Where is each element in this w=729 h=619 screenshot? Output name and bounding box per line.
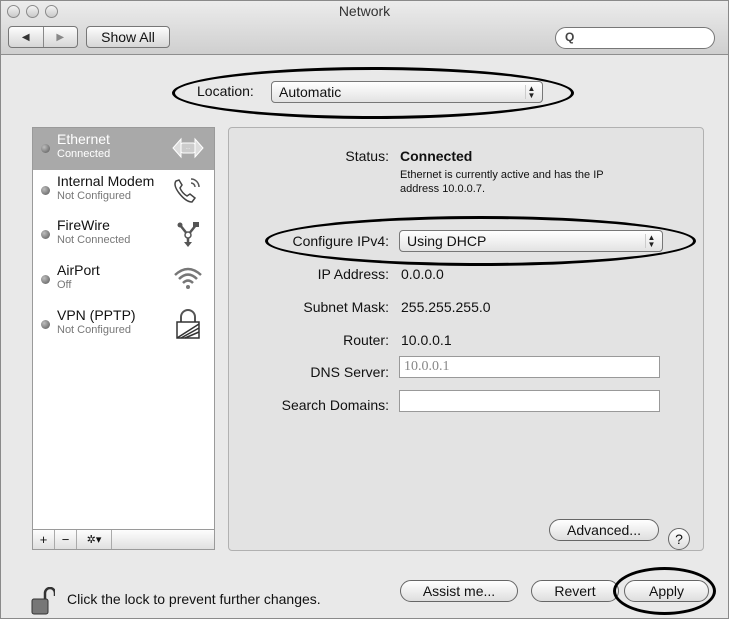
status-value: Connected [400, 148, 473, 164]
ip-address-value: 0.0.0.0 [401, 266, 444, 282]
phone-icon [174, 178, 200, 203]
service-name: FireWire [57, 217, 110, 233]
add-service-button[interactable]: + [33, 530, 55, 549]
service-item-ethernet[interactable]: Ethernet Connected ··· [33, 128, 214, 170]
service-status: Not Connected [57, 234, 131, 246]
lock-message: Click the lock to prevent further change… [67, 591, 321, 607]
firewire-icon [177, 222, 199, 247]
help-button[interactable]: ? [668, 528, 690, 550]
service-item-airport[interactable]: AirPort Off [33, 259, 214, 301]
status-dot-icon [41, 230, 50, 239]
status-dot-icon [41, 186, 50, 195]
location-label: Location: [197, 83, 254, 99]
service-name: AirPort [57, 262, 100, 278]
remove-service-button[interactable]: − [55, 530, 77, 549]
revert-button[interactable]: Revert [531, 580, 619, 602]
wifi-icon [174, 267, 202, 289]
status-dot-icon [41, 320, 50, 329]
network-preferences-window: Network ◀ ▶ Show All Q Location: Automat… [0, 0, 729, 619]
location-value: Automatic [279, 84, 342, 100]
service-status: Connected [57, 148, 111, 160]
subnet-mask-label: Subnet Mask: [303, 299, 389, 315]
forward-button[interactable]: ▶ [42, 27, 78, 47]
router-label: Router: [343, 332, 389, 348]
status-description-line-2: address 10.0.0.7. [400, 183, 486, 195]
svg-text:···: ··· [186, 146, 191, 152]
service-status: Not Configured [57, 324, 131, 336]
location-popup[interactable]: Automatic ▲ ▼ [271, 81, 543, 103]
toolbar: Network ◀ ▶ Show All Q [1, 1, 728, 55]
window-title: Network [338, 3, 391, 19]
advanced-button[interactable]: Advanced... [549, 519, 659, 541]
apply-button[interactable]: Apply [624, 580, 709, 602]
configure-ipv4-popup[interactable]: Using DHCP ▲ ▼ [399, 230, 663, 252]
status-dot-icon [41, 144, 50, 153]
assist-me-button[interactable]: Assist me... [400, 580, 518, 602]
back-button[interactable]: ◀ [9, 27, 43, 47]
popup-arrows-icon: ▲ ▼ [645, 234, 657, 249]
service-list-toolbar: + − ✲▾ [32, 530, 215, 550]
search-domains-label: Search Domains: [281, 397, 389, 413]
search-field[interactable]: Q [555, 27, 715, 49]
configure-ipv4-value: Using DHCP [407, 233, 487, 249]
subnet-mask-value: 255.255.255.0 [401, 299, 491, 315]
service-item-firewire[interactable]: FireWire Not Connected [33, 214, 214, 256]
service-item-internal-modem[interactable]: Internal Modem Not Configured [33, 170, 214, 212]
service-name: VPN (PPTP) [57, 307, 136, 323]
service-item-vpn[interactable]: VPN (PPTP) Not Configured [33, 304, 214, 346]
status-description-line-1: Ethernet is currently active and has the… [400, 169, 604, 181]
configure-ipv4-label: Configure IPv4: [292, 233, 390, 249]
dns-server-label: DNS Server: [310, 364, 389, 380]
status-label: Status: [345, 148, 389, 164]
ip-address-label: IP Address: [317, 266, 389, 282]
router-value: 10.0.0.1 [401, 332, 452, 348]
unlocked-padlock-icon[interactable] [31, 587, 55, 615]
popup-arrows-icon: ▲ ▼ [525, 85, 537, 100]
show-all-button[interactable]: Show All [86, 26, 170, 48]
service-status: Off [57, 279, 72, 291]
service-list: Ethernet Connected ··· Internal Modem No… [32, 127, 215, 530]
gear-action-button[interactable]: ✲▾ [77, 530, 112, 549]
back-forward-control: ◀ ▶ [8, 26, 78, 48]
service-status: Not Configured [57, 190, 131, 202]
status-dot-icon [41, 275, 50, 284]
dns-server-field[interactable]: 10.0.0.1 [399, 356, 660, 378]
ethernet-icon: ··· [172, 137, 204, 159]
lock-icon [176, 309, 200, 339]
search-domains-field[interactable] [399, 390, 660, 412]
search-icon: Q [565, 30, 575, 44]
service-name: Internal Modem [57, 173, 155, 189]
service-name: Ethernet [57, 131, 110, 147]
